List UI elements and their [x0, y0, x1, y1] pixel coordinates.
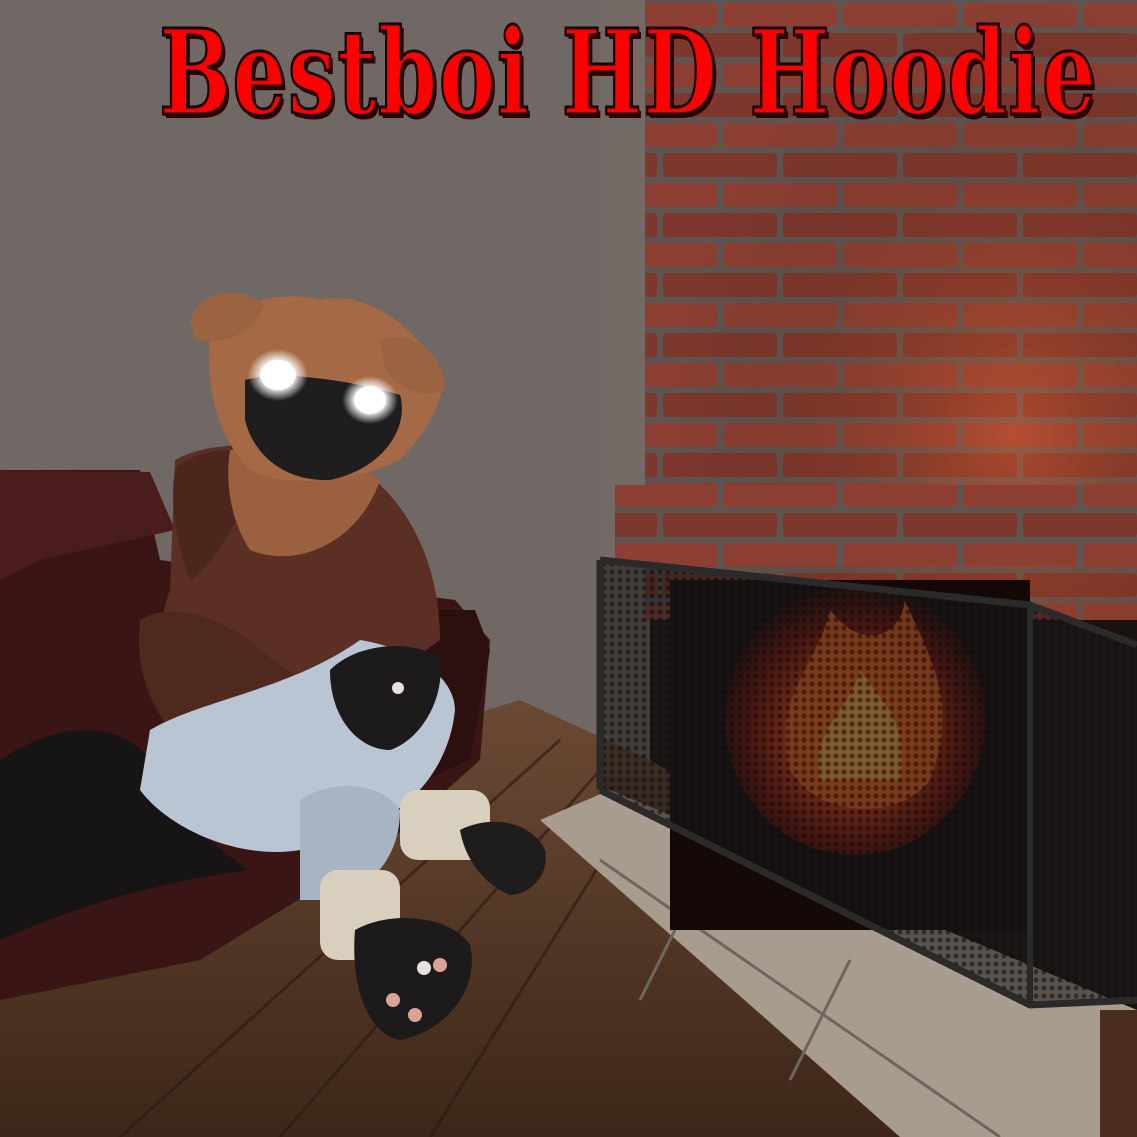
thumbnail-scene: Bestboi HD Hoodie [0, 0, 1137, 1137]
render-illustration [0, 0, 1137, 1137]
thumbnail-title: Bestboi HD Hoodie [158, 3, 1098, 142]
